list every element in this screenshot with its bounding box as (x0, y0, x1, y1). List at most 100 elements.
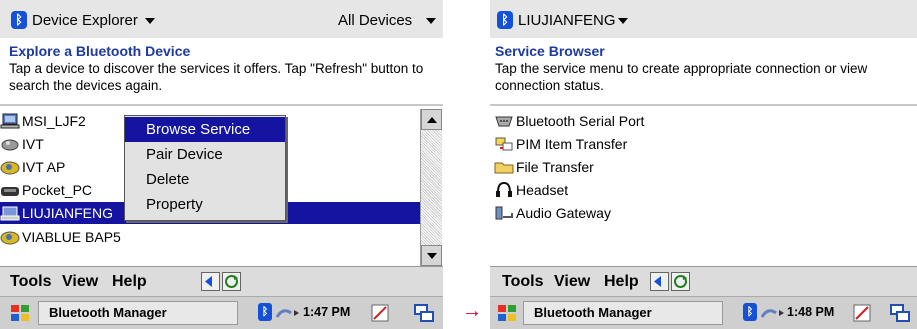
device-icon (1, 139, 19, 151)
taskbar-app-button[interactable]: Bluetooth Manager (38, 301, 238, 325)
taskbar-app-label: Bluetooth Manager (49, 305, 167, 320)
scroll-down-button[interactable] (421, 245, 442, 266)
back-arrow-icon (205, 276, 212, 287)
menu-tools[interactable]: Tools (502, 273, 543, 291)
service-label: Audio Gateway (516, 205, 611, 221)
headset-icon (496, 182, 512, 197)
windows-start-icon[interactable] (496, 303, 518, 323)
menu-item-label: Property (146, 196, 203, 213)
taskbar-app-label: Bluetooth Manager (534, 305, 652, 320)
tray-network-icon[interactable] (760, 305, 786, 321)
device-label: LIUJIANFENG (22, 205, 114, 221)
page-description: Tap the service menu to create appropria… (495, 61, 868, 93)
list-item[interactable]: Bluetooth Serial Port (494, 110, 694, 132)
tray-clock[interactable]: 1:47 PM (303, 305, 350, 319)
chevron-up-icon (427, 117, 437, 123)
context-menu: Browse Service Pair Device Delete Proper… (124, 115, 286, 221)
windows-start-icon[interactable] (9, 303, 31, 323)
back-button[interactable] (650, 272, 669, 291)
refresh-button[interactable] (671, 272, 690, 291)
pim-transfer-icon (495, 137, 513, 151)
file-transfer-icon (494, 162, 514, 174)
menu-help[interactable]: Help (604, 273, 639, 291)
menu-item-label: Delete (146, 171, 190, 188)
list-item[interactable]: PIM Item Transfer (494, 133, 694, 155)
menu-item-browse-service[interactable]: Browse Service (125, 117, 285, 142)
menu-item-label: Browse Service (146, 121, 251, 138)
back-button[interactable] (201, 272, 220, 291)
page-description: Tap a device to discover the services it… (9, 61, 424, 93)
menu-item-pair-device[interactable]: Pair Device (125, 142, 285, 167)
device-label: MSI_LJF2 (22, 113, 86, 129)
page-header: Service Browser Tap the service menu to … (490, 38, 917, 101)
window-title[interactable]: LIUJIANFENG (518, 12, 616, 29)
tray-clock[interactable]: 1:48 PM (787, 305, 834, 319)
device-label: IVT (22, 136, 44, 152)
tray-windows-icon[interactable] (413, 303, 435, 323)
refresh-icon (225, 275, 238, 288)
device-explorer-screen: ᛒ Device Explorer All Devices Explore a … (0, 0, 443, 329)
menu-help[interactable]: Help (112, 273, 147, 291)
filter-chevron-down-icon[interactable] (426, 18, 436, 24)
service-label: Headset (516, 182, 569, 198)
device-label: Pocket_PC (22, 182, 93, 198)
service-label: Bluetooth Serial Port (516, 113, 645, 129)
window-title[interactable]: Device Explorer (32, 12, 138, 29)
menu-view[interactable]: View (62, 273, 98, 291)
chevron-down-icon[interactable] (145, 18, 155, 24)
bluetooth-icon: ᛒ (11, 11, 27, 29)
chevron-down-icon[interactable] (618, 18, 628, 24)
list-item[interactable]: IVT (0, 133, 130, 155)
service-label: File Transfer (516, 159, 594, 175)
back-arrow-icon (654, 276, 661, 287)
tray-bluetooth-icon[interactable]: ᛒ (258, 303, 272, 321)
list-item[interactable]: Pocket_PC (0, 179, 130, 201)
tray-bluetooth-icon[interactable]: ᛒ (743, 303, 757, 321)
serial-port-icon (495, 116, 513, 127)
menu-bar: Tools View Help (0, 266, 443, 297)
menu-tools[interactable]: Tools (10, 273, 51, 291)
pocket-pc-icon (1, 187, 19, 196)
refresh-button[interactable] (222, 272, 241, 291)
service-label: PIM Item Transfer (516, 136, 628, 152)
page-header: Explore a Bluetooth Device Tap a device … (0, 38, 443, 101)
access-point-icon (0, 231, 20, 245)
menu-view[interactable]: View (554, 273, 590, 291)
divider (0, 104, 443, 106)
list-item[interactable]: VIABLUE BAP5 (0, 226, 180, 248)
menu-item-delete[interactable]: Delete (125, 167, 285, 192)
device-label: IVT AP (22, 159, 66, 175)
device-label: VIABLUE BAP5 (22, 229, 121, 245)
menu-item-label: Pair Device (146, 146, 223, 163)
scroll-up-button[interactable] (421, 109, 442, 130)
taskbar: Bluetooth Manager ᛒ 1:48 PM (490, 296, 917, 329)
bluetooth-icon: ᛒ (497, 11, 513, 29)
menu-bar: Tools View Help (490, 266, 917, 297)
divider (490, 104, 917, 106)
vertical-scrollbar[interactable] (420, 109, 442, 266)
taskbar-app-button[interactable]: Bluetooth Manager (523, 301, 723, 325)
tray-windows-icon[interactable] (889, 303, 911, 323)
menu-item-property[interactable]: Property (125, 192, 285, 217)
device-filter[interactable]: All Devices (338, 12, 412, 29)
list-item[interactable]: Headset (494, 179, 694, 201)
tray-edit-icon[interactable] (370, 303, 390, 323)
title-bar: ᛒ Device Explorer All Devices (0, 0, 443, 38)
page-title: Explore a Bluetooth Device (9, 43, 191, 59)
chevron-down-icon (427, 253, 437, 259)
refresh-icon (674, 275, 687, 288)
transition-arrow: → (462, 300, 482, 322)
service-list: Bluetooth Serial Port PIM Item Transfer … (494, 109, 914, 266)
laptop-icon (0, 206, 20, 221)
computer-icon (0, 113, 20, 129)
tray-network-icon[interactable] (275, 305, 301, 321)
list-item[interactable]: IVT AP (0, 156, 130, 178)
taskbar: Bluetooth Manager ᛒ 1:47 PM (0, 296, 443, 329)
list-item[interactable]: File Transfer (494, 156, 694, 178)
list-item[interactable]: MSI_LJF2 (0, 110, 130, 132)
tray-edit-icon[interactable] (852, 303, 872, 323)
service-browser-screen: ᛒ LIUJIANFENG Service Browser Tap the se… (490, 0, 917, 329)
audio-gateway-icon (495, 206, 513, 220)
scroll-track[interactable] (421, 130, 442, 245)
list-item[interactable]: Audio Gateway (494, 202, 694, 224)
